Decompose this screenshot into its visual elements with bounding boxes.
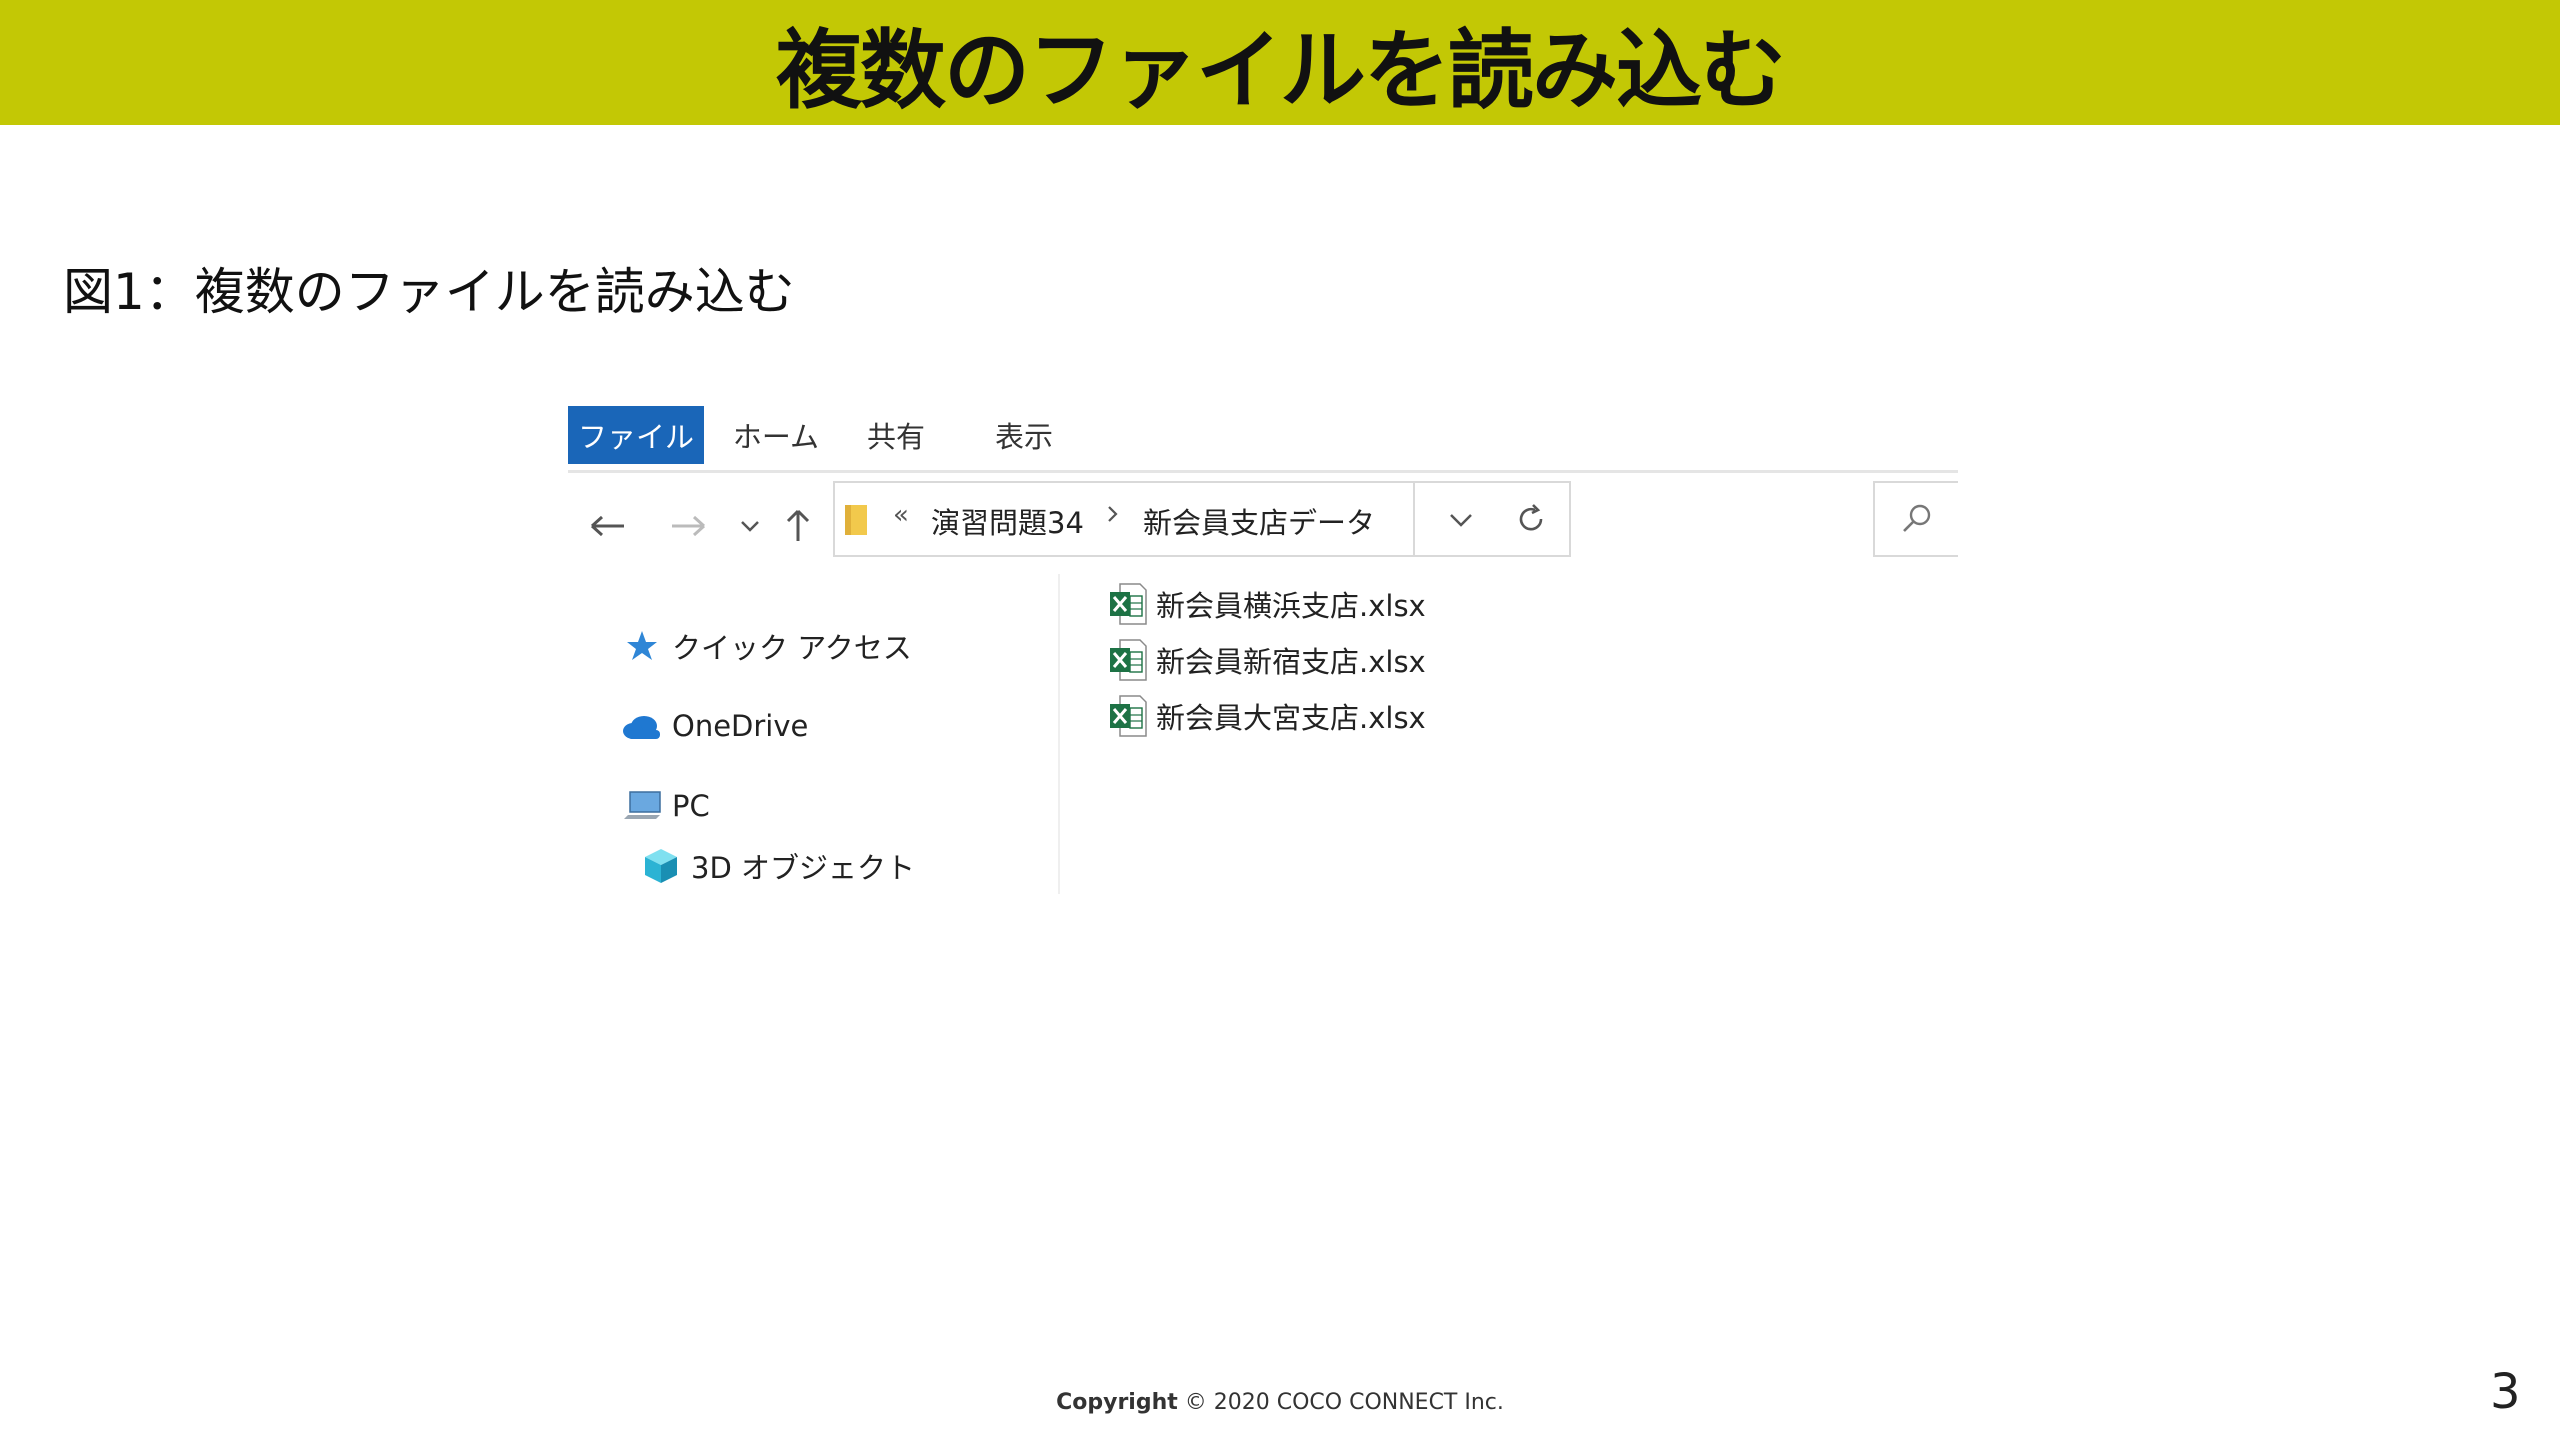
arrow-up-icon: [786, 509, 810, 541]
copyright-text: © 2020 COCO CONNECT Inc.: [1177, 1390, 1504, 1415]
cloud-icon: [622, 706, 662, 746]
file-explorer-window: ファイル ホーム 共有 表示 « 演習問題34 新会員支店データ クイック アク…: [568, 404, 1958, 894]
page-number: 3: [2490, 1364, 2521, 1420]
arrow-right-icon: [672, 515, 706, 537]
file-item[interactable]: 新会員新宿支店.xlsx: [1108, 636, 1426, 684]
nav-item-quick-access[interactable]: クイック アクセス: [622, 624, 912, 668]
refresh-icon: [1519, 504, 1543, 531]
excel-file-icon: [1110, 583, 1147, 625]
chevron-down-icon: [1450, 514, 1472, 527]
breadcrumb-item[interactable]: 新会員支店データ: [1143, 500, 1375, 542]
address-bar[interactable]: « 演習問題34 新会員支店データ: [833, 481, 1415, 557]
nav-item-3d-objects[interactable]: 3D オブジェクト: [641, 844, 915, 888]
folder-icon: [845, 505, 867, 535]
recent-locations-button[interactable]: [728, 500, 772, 552]
navigation-pane: クイック アクセス OneDrive PC 3D オブジェクト: [568, 574, 1060, 894]
copyright-label: Copyright: [1056, 1390, 1178, 1415]
up-button[interactable]: [776, 500, 820, 552]
copyright-footer: Copyright © 2020 COCO CONNECT Inc.: [0, 1390, 2560, 1415]
nav-item-onedrive[interactable]: OneDrive: [622, 704, 808, 748]
breadcrumb-item[interactable]: 演習問題34: [931, 500, 1084, 542]
nav-item-label: クイック アクセス: [672, 631, 912, 665]
star-icon: [622, 626, 662, 666]
file-item[interactable]: 新会員横浜支店.xlsx: [1108, 580, 1426, 628]
tab-view[interactable]: 表示: [984, 406, 1064, 464]
slide-title: 複数のファイルを読み込む: [776, 21, 1786, 121]
tab-home[interactable]: ホーム: [726, 406, 826, 464]
arrow-left-icon: [590, 515, 624, 537]
nav-item-label: 3D オブジェクト: [691, 851, 915, 885]
search-box[interactable]: [1873, 481, 1958, 557]
search-icon: [1902, 504, 1930, 532]
nav-item-label: PC: [672, 789, 710, 823]
file-name: 新会員横浜支店.xlsx: [1156, 589, 1426, 623]
ribbon-tab-bar: ファイル ホーム 共有 表示: [568, 404, 1958, 473]
refresh-button[interactable]: [1493, 481, 1571, 557]
excel-file-icon: [1110, 695, 1147, 737]
cube-icon: [641, 846, 681, 886]
back-button[interactable]: [586, 500, 630, 552]
computer-icon: [622, 786, 662, 826]
chevron-right-icon: [1108, 506, 1118, 522]
tab-share[interactable]: 共有: [856, 406, 936, 464]
forward-button[interactable]: [666, 500, 710, 552]
chevron-down-icon: [741, 521, 759, 532]
slide-title-bar: 複数のファイルを読み込む: [0, 0, 2560, 125]
nav-item-label: OneDrive: [672, 709, 809, 743]
tab-file[interactable]: ファイル: [568, 406, 704, 464]
figure-caption: 図1：複数のファイルを読み込む: [63, 263, 795, 321]
nav-item-pc[interactable]: PC: [622, 784, 710, 828]
excel-file-icon: [1110, 639, 1147, 681]
file-item[interactable]: 新会員大宮支店.xlsx: [1108, 692, 1426, 740]
file-name: 新会員大宮支店.xlsx: [1156, 701, 1426, 735]
breadcrumb-overflow[interactable]: «: [893, 500, 909, 530]
file-name: 新会員新宿支店.xlsx: [1156, 645, 1426, 679]
